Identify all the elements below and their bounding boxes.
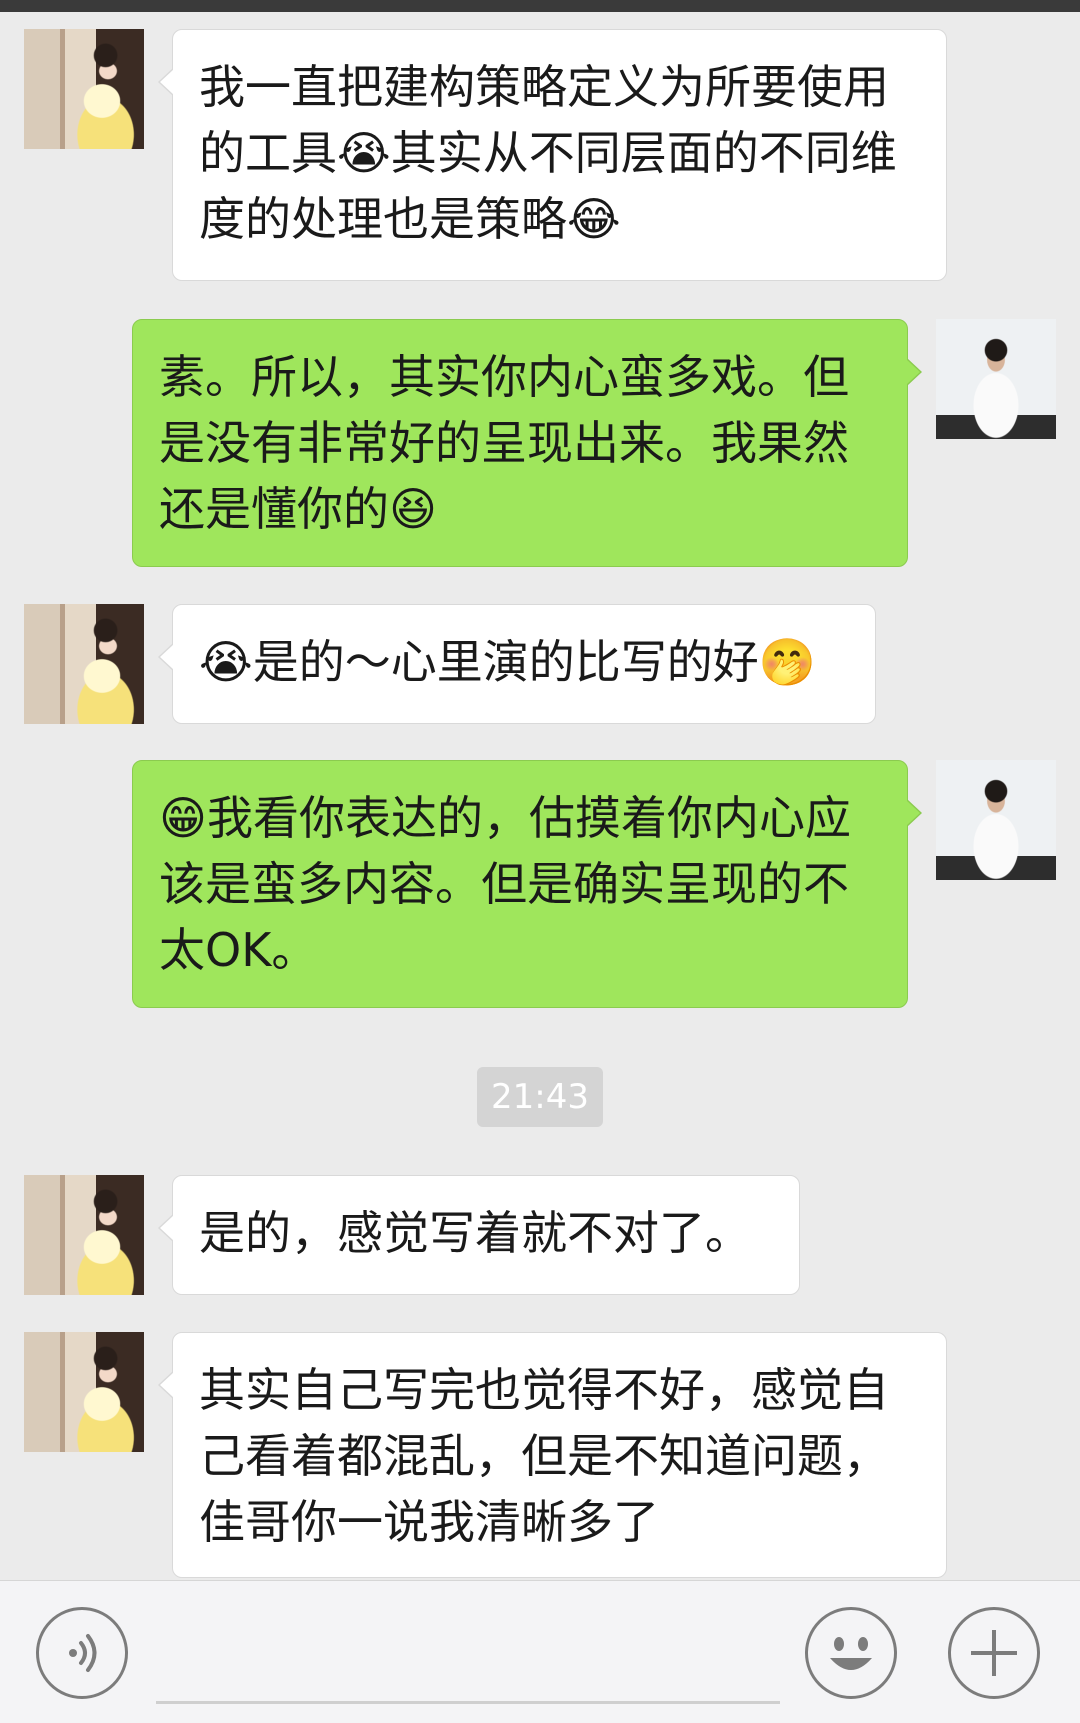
message-bubble-received[interactable]: 其实自己写完也觉得不好，感觉自己看着都混乱，但是不知道问题，佳哥你一说我清晰多了	[158, 1332, 947, 1578]
avatar-contact[interactable]	[24, 604, 144, 724]
plus-icon	[971, 1630, 1017, 1676]
message-bubble-received[interactable]: 我一直把建构策略定义为所要使用的工具😭其实从不同层面的不同维度的处理也是策略😂	[158, 29, 947, 281]
message-bubble-sent[interactable]: 素。所以，其实你内心蛮多戏。但是没有非常好的呈现出来。我果然还是懂你的😆	[132, 319, 922, 567]
chat-history[interactable]: 我一直把建构策略定义为所要使用的工具😭其实从不同层面的不同维度的处理也是策略😂 …	[0, 12, 1080, 1580]
message-text: 😭是的～心里演的比写的好🤭	[199, 635, 817, 689]
avatar-self[interactable]	[936, 760, 1056, 880]
message-text: 素。所以，其实你内心蛮多戏。但是没有非常好的呈现出来。我果然还是懂你的😆	[159, 350, 849, 536]
message-bubble-sent[interactable]: 😁我看你表达的，估摸着你内心应该是蛮多内容。但是确实呈现的不太OK。	[132, 760, 922, 1008]
voice-icon	[69, 1634, 97, 1672]
more-button[interactable]	[948, 1607, 1040, 1699]
emoji-icon	[830, 1637, 872, 1670]
avatar-contact[interactable]	[24, 1332, 144, 1452]
input-toolbar	[0, 1580, 1080, 1723]
message-text: 是的，感觉写着就不对了。	[199, 1206, 751, 1260]
avatar-contact[interactable]	[24, 29, 144, 149]
voice-button[interactable]	[36, 1607, 128, 1699]
message-timestamp: 21:43	[477, 1067, 603, 1127]
emoji-button[interactable]	[805, 1607, 897, 1699]
message-text: 我一直把建构策略定义为所要使用的工具😭其实从不同层面的不同维度的处理也是策略😂	[199, 60, 897, 246]
message-bubble-received[interactable]: 是的，感觉写着就不对了。	[158, 1175, 800, 1295]
message-input[interactable]	[156, 1701, 780, 1704]
avatar-self[interactable]	[936, 319, 1056, 439]
status-bar	[0, 0, 1080, 12]
message-text: 其实自己写完也觉得不好，感觉自己看着都混乱，但是不知道问题，佳哥你一说我清晰多了	[199, 1363, 889, 1549]
avatar-contact[interactable]	[24, 1175, 144, 1295]
message-bubble-received[interactable]: 😭是的～心里演的比写的好🤭	[158, 604, 876, 724]
message-text: 😁我看你表达的，估摸着你内心应该是蛮多内容。但是确实呈现的不太OK。	[159, 791, 851, 977]
